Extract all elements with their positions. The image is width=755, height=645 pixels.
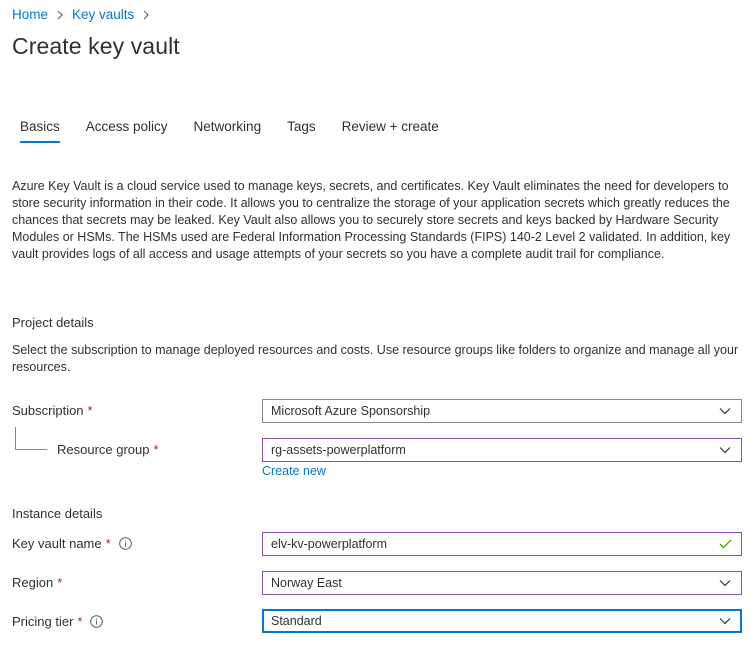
tab-networking[interactable]: Networking xyxy=(186,117,270,140)
breadcrumb-key-vaults-link[interactable]: Key vaults xyxy=(72,7,134,22)
tree-connector-vertical xyxy=(15,427,16,449)
key-vault-name-label: Key vault name * xyxy=(12,536,132,551)
info-icon[interactable] xyxy=(118,537,132,550)
project-details-description: Select the subscription to manage deploy… xyxy=(12,343,739,374)
region-label-text: Region xyxy=(12,575,54,590)
info-icon[interactable] xyxy=(90,615,104,628)
required-marker: * xyxy=(77,614,83,629)
chevron-right-icon xyxy=(142,10,150,20)
instance-details-heading: Instance details xyxy=(12,506,103,521)
required-marker: * xyxy=(57,575,63,590)
pricing-tier-value: Standard xyxy=(271,614,322,628)
resource-group-label: Resource group * xyxy=(57,442,159,457)
pricing-tier-dropdown[interactable]: Standard xyxy=(262,609,742,633)
breadcrumb: Home Key vaults xyxy=(12,7,158,22)
breadcrumb-home-link[interactable]: Home xyxy=(12,7,48,22)
required-marker: * xyxy=(153,442,159,457)
tab-review-create[interactable]: Review + create xyxy=(334,117,447,140)
required-marker: * xyxy=(105,536,111,551)
subscription-dropdown[interactable]: Microsoft Azure Sponsorship xyxy=(262,399,742,423)
region-dropdown[interactable]: Norway East xyxy=(262,571,742,595)
key-vault-name-input[interactable]: elv-kv-powerplatform xyxy=(262,532,742,556)
checkmark-icon xyxy=(713,533,737,555)
chevron-down-icon xyxy=(713,572,737,594)
intro-description: Azure Key Vault is a cloud service used … xyxy=(12,179,731,261)
page-title: Create key vault xyxy=(12,33,180,59)
project-details-heading: Project details xyxy=(12,315,94,330)
tab-bar: Basics Access policy Networking Tags Rev… xyxy=(12,117,457,143)
pricing-tier-label: Pricing tier * xyxy=(12,614,104,629)
tab-tags[interactable]: Tags xyxy=(279,117,324,140)
key-vault-name-label-text: Key vault name xyxy=(12,536,102,551)
subscription-value: Microsoft Azure Sponsorship xyxy=(271,404,431,418)
key-vault-name-value: elv-kv-powerplatform xyxy=(271,537,388,551)
chevron-down-icon xyxy=(713,400,737,422)
create-new-resource-group-link[interactable]: Create new xyxy=(262,464,326,478)
resource-group-value: rg-assets-powerplatform xyxy=(271,443,406,457)
chevron-down-icon xyxy=(713,610,737,632)
tab-basics[interactable]: Basics xyxy=(12,117,68,143)
resource-group-label-text: Resource group xyxy=(57,442,150,457)
chevron-down-icon xyxy=(713,439,737,461)
subscription-label: Subscription * xyxy=(12,403,93,418)
region-value: Norway East xyxy=(271,576,342,590)
pricing-tier-label-text: Pricing tier xyxy=(12,614,74,629)
tree-connector-horizontal xyxy=(15,449,47,450)
tab-access-policy[interactable]: Access policy xyxy=(78,117,176,140)
subscription-label-text: Subscription xyxy=(12,403,84,418)
region-label: Region * xyxy=(12,575,62,590)
chevron-right-icon xyxy=(56,10,64,20)
resource-group-dropdown[interactable]: rg-assets-powerplatform xyxy=(262,438,742,462)
required-marker: * xyxy=(87,403,93,418)
